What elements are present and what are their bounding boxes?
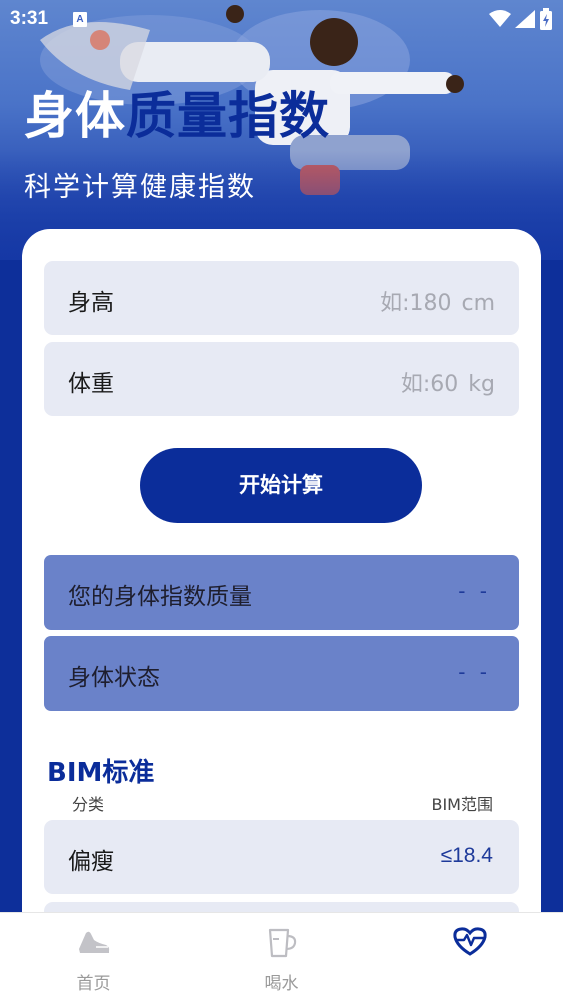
status-bar: 3:31 A (0, 0, 563, 40)
height-unit: cm (461, 291, 495, 316)
bmi-result-row: 您的身体指数质量 - - (44, 555, 519, 630)
heart-pulse-icon (453, 927, 487, 956)
signal-icon (515, 10, 535, 28)
bim-row-range: ≤18.4 (440, 844, 493, 867)
body-status-value: - - (458, 660, 491, 684)
tab-home-label: 首页 (76, 974, 111, 994)
bim-row-category: 偏瘦 (68, 849, 114, 875)
status-time: 3:31 (10, 8, 49, 29)
bim-col-range: BIM范围 (431, 795, 493, 814)
bim-col-category: 分类 (72, 795, 105, 814)
height-placeholder: 如:180 (380, 291, 452, 316)
wifi-icon (489, 10, 511, 27)
tab-drink-water-label: 喝水 (264, 974, 299, 994)
bim-table-header: 分类 BIM范围 (44, 789, 519, 814)
body-status-label: 身体状态 (68, 665, 160, 691)
page-title: 身体质量指数 (24, 87, 330, 145)
calculate-button[interactable]: 开始计算 (140, 448, 422, 523)
bmi-result-value: - - (458, 579, 491, 603)
cup-icon (268, 928, 297, 958)
bim-standard-title: BIM标准 (47, 758, 155, 788)
weight-label: 体重 (68, 371, 114, 397)
page-subtitle: 科学计算健康指数 (24, 172, 256, 203)
calculator-card: 身高 如:180 cm 体重 如:60 kg 开始计算 您的身体指数质量 - - 身… (22, 229, 541, 1002)
a-letter-icon: A (73, 12, 87, 27)
tab-bmi[interactable] (376, 913, 563, 1002)
height-label: 身高 (68, 290, 114, 316)
tab-drink-water[interactable]: 喝水 (188, 913, 375, 1002)
height-input[interactable]: 如:180 cm (380, 285, 495, 317)
weight-unit: kg (468, 372, 495, 397)
body-status-row: 身体状态 - - (44, 636, 519, 711)
weight-field[interactable]: 体重 如:60 kg (44, 342, 519, 416)
weight-input[interactable]: 如:60 kg (401, 366, 495, 398)
height-field[interactable]: 身高 如:180 cm (44, 261, 519, 335)
tab-home[interactable]: 首页 (0, 913, 187, 1002)
bim-row: 偏瘦 ≤18.4 (44, 820, 519, 894)
bottom-tab-bar: 首页 喝水 (0, 912, 563, 1002)
battery-icon (540, 8, 552, 30)
bmi-result-label: 您的身体指数质量 (68, 584, 252, 610)
shoe-icon (79, 931, 110, 953)
weight-placeholder: 如:60 (400, 372, 459, 397)
bmi-app: 3:31 A 身体质量指数 科学计算健康指数 身高 如:180 cm 体重 如:… (0, 0, 563, 1002)
